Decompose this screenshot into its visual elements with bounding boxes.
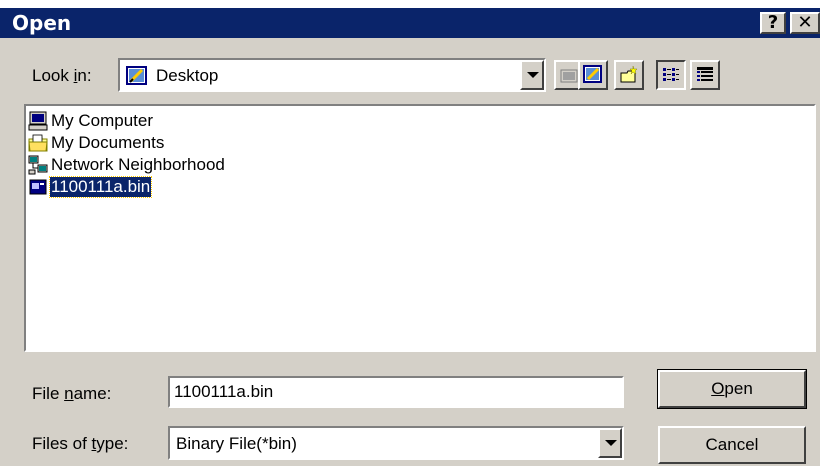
list-item-1100111a-bin[interactable]: 1100111a.bin [28,176,153,198]
files-of-type-combobox[interactable]: Binary File(*bin) [168,426,624,460]
file-name-field[interactable] [168,376,624,408]
details-view-button[interactable] [690,60,720,90]
files-of-type-label: Files of type: [32,434,129,453]
look-in-label: Look in: [32,66,92,85]
create-new-folder-button[interactable] [614,60,644,90]
files-of-type-value: Binary File(*bin) [176,434,297,453]
look-in-value: Desktop [156,66,219,85]
my-documents-folder-icon [28,134,48,152]
new-folder-icon [620,65,638,83]
files-of-type-dropdown-button[interactable] [598,428,622,458]
list-item-my-documents[interactable]: My Documents [28,132,165,154]
list-item-my-computer[interactable]: My Computer [28,110,154,132]
cancel-button[interactable]: Cancel [658,426,806,464]
window-title: Open [12,11,72,35]
open-dialog: Open ? ✕ Look in: Desktop My Computer My… [0,8,820,466]
look-in-dropdown-button[interactable] [520,60,544,90]
network-neighborhood-icon [28,155,48,175]
my-computer-icon [28,111,48,131]
close-button[interactable]: ✕ [790,12,820,34]
title-bar[interactable]: Open ? ✕ [0,8,820,38]
top-crop-area [0,0,820,8]
go-to-desktop-button[interactable] [578,60,608,90]
file-name-input[interactable] [172,380,616,404]
open-button[interactable]: Open [657,369,807,409]
help-button[interactable]: ? [760,12,786,34]
close-icon: ✕ [797,12,813,33]
look-in-combobox[interactable]: Desktop [118,58,546,92]
desktop-icon [126,66,147,85]
desktop-icon [583,65,602,83]
list-item-network-neighborhood[interactable]: Network Neighborhood [28,154,226,176]
list-view-icon [663,68,679,81]
details-view-icon [697,67,713,81]
file-list[interactable]: My Computer My Documents Network Neighbo… [24,104,816,352]
file-name-label: File name: [32,384,112,403]
list-view-button[interactable] [656,60,686,90]
bin-file-icon [29,179,47,195]
up-one-level-icon [560,69,578,83]
